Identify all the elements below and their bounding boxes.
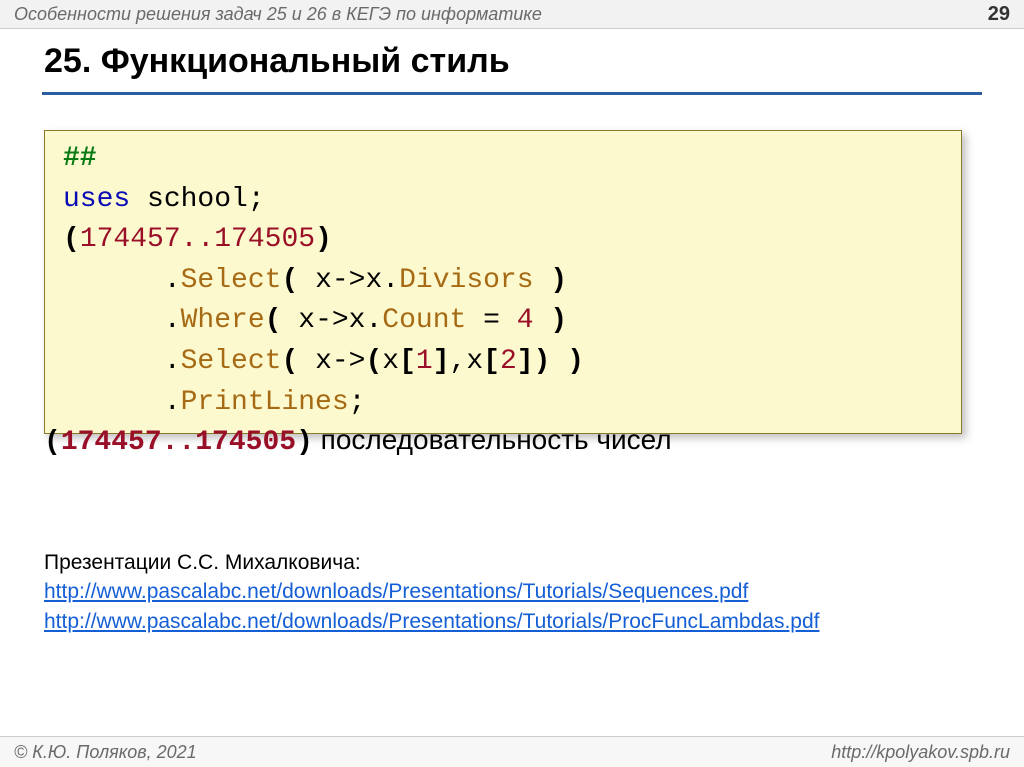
code-br1o: [	[399, 346, 416, 377]
explanation-line: (174457..174505) последовательность чисе…	[44, 424, 672, 458]
explain-lp: (	[44, 427, 61, 458]
code-xdot-5: x	[349, 305, 366, 336]
code-indent-5: .	[63, 305, 181, 336]
code-open-4: (	[281, 265, 315, 296]
code-count: Count	[382, 305, 466, 336]
code-close-5: )	[534, 305, 568, 336]
slide: Особенности решения задач 25 и 26 в КЕГЭ…	[0, 0, 1024, 767]
code-rparen-1: )	[315, 224, 332, 255]
ref-link-2[interactable]: http://www.pascalabc.net/downloads/Prese…	[44, 610, 819, 633]
code-semi-1: ;	[248, 184, 265, 215]
code-lparen-6: (	[365, 346, 382, 377]
explain-rp: )	[296, 427, 313, 458]
code-divisors: Divisors	[399, 265, 533, 296]
code-arrow-4: ->	[332, 265, 366, 296]
code-eq: =	[466, 305, 516, 336]
code-lparen-1: (	[63, 224, 80, 255]
code-indent-7: .	[63, 387, 181, 418]
code-dot-5: .	[365, 305, 382, 336]
code-br2o: [	[483, 346, 500, 377]
code-close-4: )	[534, 265, 568, 296]
code-one: 1	[416, 346, 433, 377]
code-arrow-6: ->	[332, 346, 366, 377]
code-hash: ##	[63, 143, 97, 174]
code-printlines: PrintLines	[181, 387, 349, 418]
code-semi-7: ;	[349, 387, 366, 418]
code-where: Where	[181, 305, 265, 336]
page-number: 29	[988, 3, 1010, 26]
code-x1a: x	[382, 346, 399, 377]
code-range: 174457..174505	[80, 224, 315, 255]
code-br1c: ]	[433, 346, 450, 377]
footer-copyright: © К.Ю. Поляков, 2021	[14, 742, 197, 763]
slide-title: 25. Функциональный стиль	[44, 42, 510, 81]
code-comma: ,	[450, 346, 467, 377]
refs-intro: Презентации С.С. Михалковича:	[44, 548, 819, 577]
code-x2a: x	[466, 346, 483, 377]
code-uses: uses	[63, 184, 130, 215]
code-select-2: Select	[181, 346, 282, 377]
code-block: ## uses school; (174457..174505) .Select…	[44, 130, 962, 434]
code-school: school	[130, 184, 248, 215]
footer-bar: © К.Ю. Поляков, 2021 http://kpolyakov.sp…	[0, 736, 1024, 767]
code-arrow-5: ->	[315, 305, 349, 336]
references: Презентации С.С. Михалковича: http://www…	[44, 548, 819, 636]
code-four: 4	[517, 305, 534, 336]
code-br2c: ]	[517, 346, 534, 377]
code-close-6: )	[550, 346, 584, 377]
code-open-6: (	[281, 346, 315, 377]
explain-range: 174457..174505	[61, 427, 296, 458]
footer-url: http://kpolyakov.spb.ru	[831, 742, 1010, 763]
code-select-1: Select	[181, 265, 282, 296]
title-underline	[42, 92, 982, 95]
code-rparen-6: )	[534, 346, 551, 377]
code-indent-6: .	[63, 346, 181, 377]
code-x-4: x	[315, 265, 332, 296]
code-xdot-4: x	[365, 265, 382, 296]
header-subject: Особенности решения задач 25 и 26 в КЕГЭ…	[14, 4, 542, 25]
code-indent-4: .	[63, 265, 181, 296]
code-x-5: x	[298, 305, 315, 336]
code-dot-4: .	[382, 265, 399, 296]
code-x-6: x	[315, 346, 332, 377]
header-bar: Особенности решения задач 25 и 26 в КЕГЭ…	[0, 0, 1024, 29]
ref-link-1[interactable]: http://www.pascalabc.net/downloads/Prese…	[44, 580, 748, 603]
code-two: 2	[500, 346, 517, 377]
explain-text: последовательность чисел	[313, 424, 672, 455]
code-open-5: (	[265, 305, 299, 336]
